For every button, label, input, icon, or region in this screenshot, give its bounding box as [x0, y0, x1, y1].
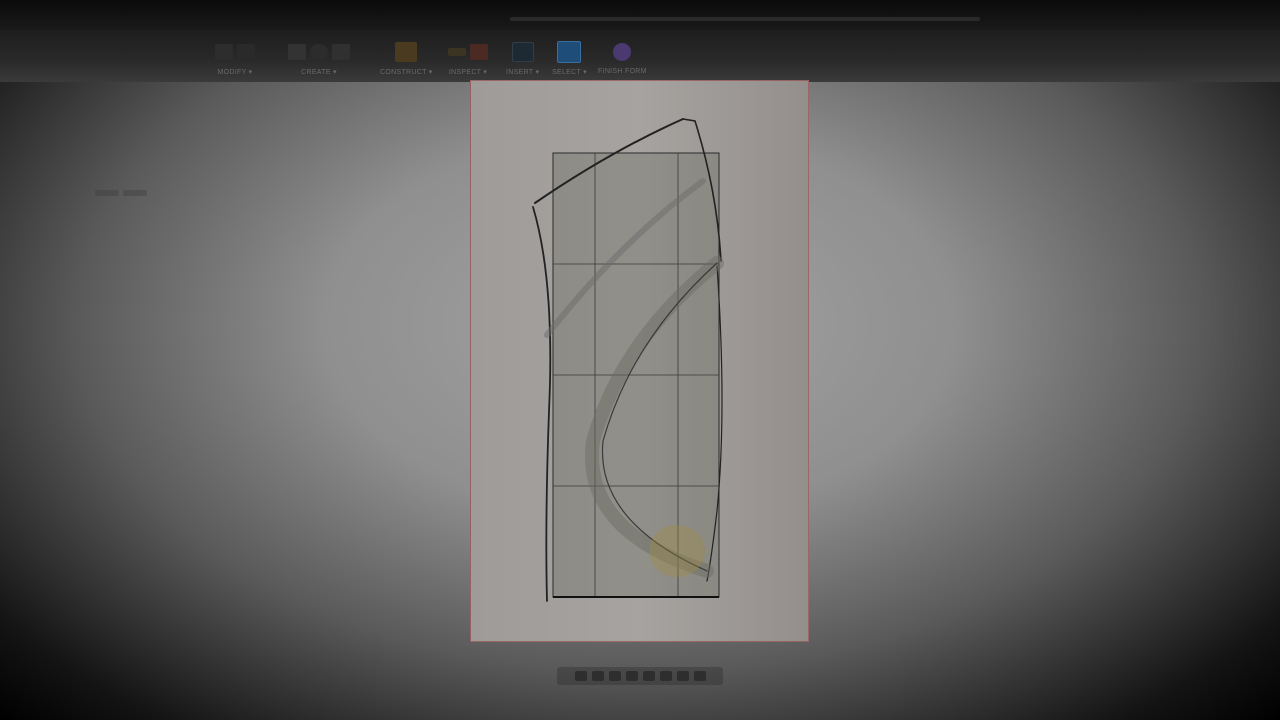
app-window: MODIFY ▾ CREATE ▾ CONSTRUCT ▾ INSPECT ▾ — [0, 0, 1280, 720]
fit-icon[interactable] — [642, 671, 655, 681]
toolbar-group-construct[interactable]: CONSTRUCT ▾ — [380, 40, 433, 80]
sketch-left-edge — [532, 206, 552, 602]
document-tab-strip[interactable] — [510, 17, 980, 21]
canvas-viewport[interactable] — [470, 80, 809, 642]
modify-icon[interactable] — [215, 44, 233, 60]
toolbar-group-label: FINISH FORM — [598, 68, 647, 75]
sketch-canvas[interactable] — [471, 81, 810, 643]
toolbar-group-label: CREATE ▾ — [301, 69, 337, 76]
toolbar-group-label: INSERT ▾ — [506, 69, 540, 76]
toolbar-group-label: MODIFY ▾ — [217, 69, 253, 76]
title-bar — [0, 0, 1280, 30]
finish-form-icon[interactable] — [613, 43, 632, 61]
toolbar-group-insert[interactable]: INSERT ▾ — [506, 40, 539, 80]
navigation-bar — [557, 667, 723, 685]
orbit-icon[interactable] — [574, 671, 587, 681]
toolbar-group-label: INSPECT ▾ — [448, 69, 488, 76]
toolbar: MODIFY ▾ CREATE ▾ CONSTRUCT ▾ INSPECT ▾ — [0, 30, 1280, 82]
align-icon[interactable] — [237, 44, 255, 60]
toolbar-group-finish-form[interactable]: FINISH FORM — [598, 40, 647, 80]
section-icon[interactable] — [470, 44, 488, 60]
look-at-icon[interactable] — [608, 671, 621, 681]
browser-item[interactable] — [95, 190, 119, 196]
pan-icon[interactable] — [591, 671, 604, 681]
construct-plane-icon[interactable] — [395, 42, 418, 62]
extrude-icon[interactable] — [288, 44, 306, 60]
display-settings-icon[interactable] — [659, 671, 672, 681]
grid-settings-icon[interactable] — [676, 671, 689, 681]
toolbar-group-label: CONSTRUCT ▾ — [380, 69, 433, 76]
toolbar-group-modify[interactable]: MODIFY ▾ — [215, 40, 255, 80]
toolbar-group-select[interactable]: SELECT ▾ — [552, 40, 587, 80]
toolbar-group-create[interactable]: CREATE ▾ — [288, 40, 350, 80]
browser-panel[interactable] — [95, 190, 155, 200]
zoom-icon[interactable] — [625, 671, 638, 681]
select-arrow-icon[interactable] — [557, 41, 582, 63]
toolbar-group-label: SELECT ▾ — [552, 69, 587, 76]
toolbar-group-inspect[interactable]: INSPECT ▾ — [448, 40, 488, 80]
box-icon[interactable] — [332, 44, 350, 60]
browser-item[interactable] — [123, 190, 147, 196]
revolve-icon[interactable] — [310, 44, 328, 60]
insert-image-icon[interactable] — [511, 42, 534, 62]
measure-icon[interactable] — [448, 48, 466, 56]
sketch-highlight — [649, 525, 705, 577]
viewports-icon[interactable] — [693, 671, 706, 681]
